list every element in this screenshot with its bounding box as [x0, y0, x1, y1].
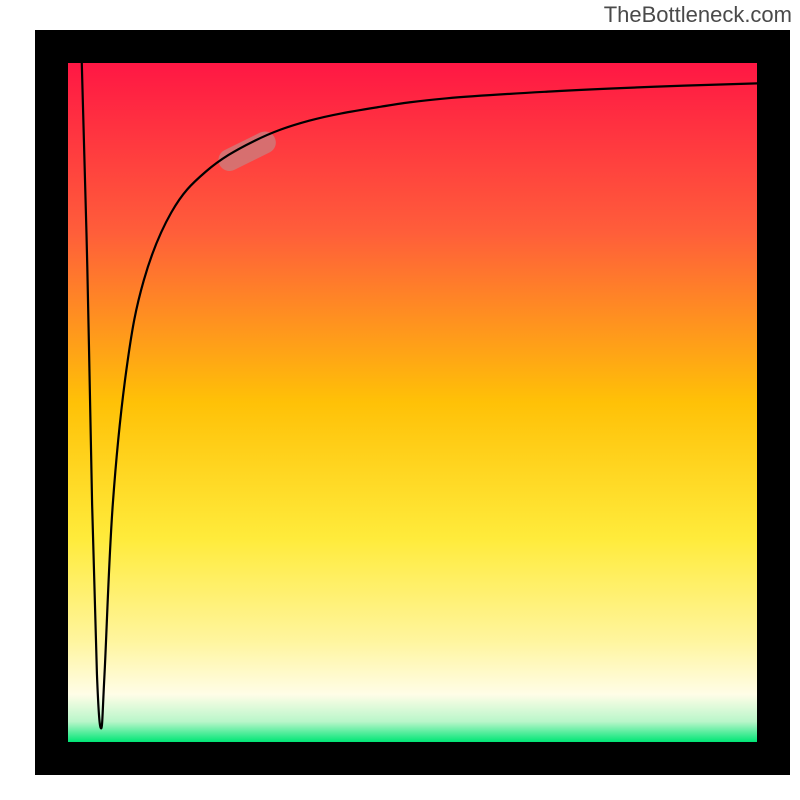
attribution-text: TheBottleneck.com: [604, 2, 792, 28]
plot-background: [68, 63, 757, 742]
chart-canvas: [0, 0, 800, 800]
chart-container: TheBottleneck.com: [0, 0, 800, 800]
